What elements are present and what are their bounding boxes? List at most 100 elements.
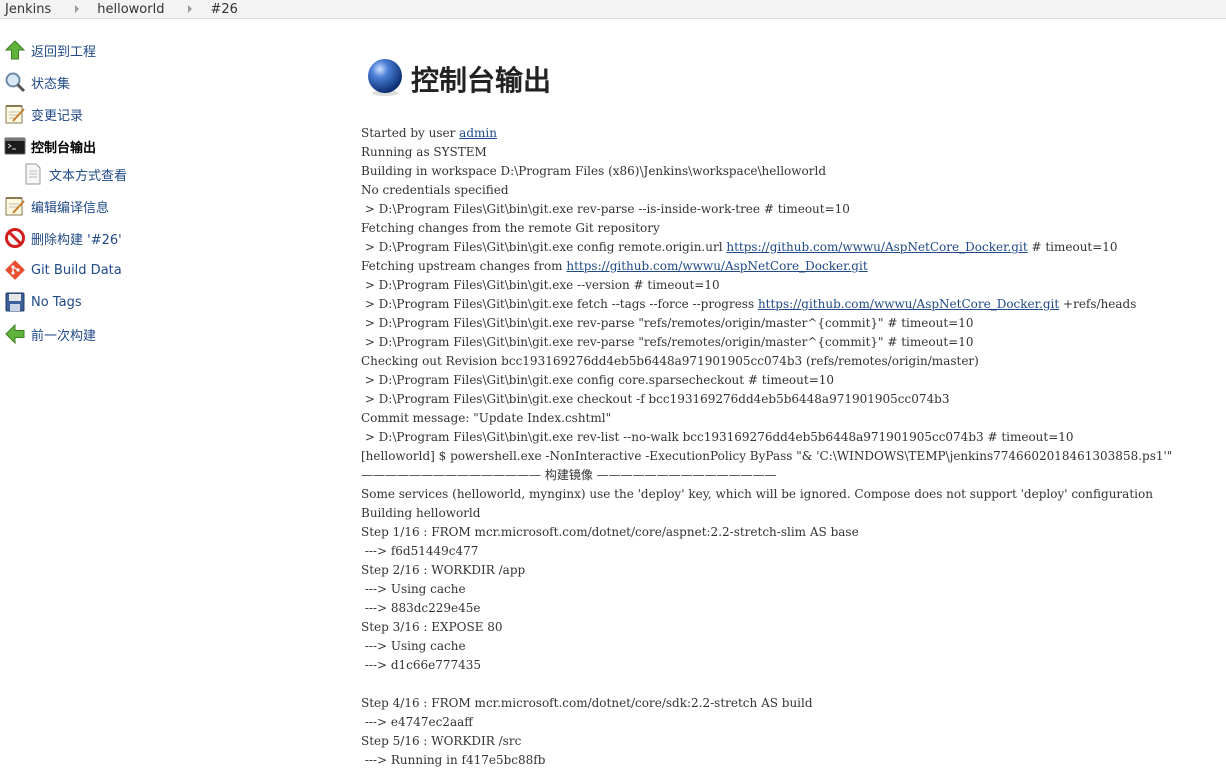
console-link[interactable]: https://github.com/wwwu/AspNetCore_Docke…: [758, 297, 1059, 311]
sidebar-item-label: 控制台输出: [31, 140, 97, 156]
console-line: Step 2/16 : WORKDIR /app: [361, 561, 1226, 580]
console-text: > D:\Program Files\Git\bin\git.exe confi…: [361, 373, 835, 387]
console-text: Some services (helloworld, mynginx) use …: [361, 487, 1153, 501]
console-text: ---> Using cache: [361, 582, 466, 596]
sidebar-item-view-as-text[interactable]: 文本方式查看: [0, 162, 340, 186]
sidebar-item-back-to-project[interactable]: 返回到工程: [0, 34, 340, 66]
console-text: > D:\Program Files\Git\bin\git.exe --ver…: [361, 278, 720, 292]
console-line: Fetching changes from the remote Git rep…: [361, 219, 1226, 238]
console-line: Step 3/16 : EXPOSE 80: [361, 618, 1226, 637]
console-text: > D:\Program Files\Git\bin\git.exe confi…: [361, 240, 727, 254]
sidebar-item-label: 变更记录: [31, 108, 84, 124]
console-line: Building helloworld: [361, 504, 1226, 523]
notepad-icon: [3, 102, 27, 126]
console-text: ——————————————— 构建镜像 ———————————————: [361, 468, 777, 482]
sidebar-item-edit-build-info[interactable]: 编辑编译信息: [0, 190, 340, 222]
console-text: Building helloworld: [361, 506, 481, 520]
console-line: Step 4/16 : FROM mcr.microsoft.com/dotne…: [361, 694, 1226, 713]
console-line: [helloworld] $ powershell.exe -NonIntera…: [361, 447, 1226, 466]
console-text: ---> e4747ec2aaff: [361, 715, 473, 729]
page-header: 控制台输出: [365, 56, 1226, 102]
breadcrumb-link-helloworld[interactable]: helloworld: [97, 2, 164, 17]
console-line: No credentials specified: [361, 181, 1226, 200]
console-line: > D:\Program Files\Git\bin\git.exe rev-p…: [361, 200, 1226, 219]
breadcrumb-item-build[interactable]: #26: [210, 2, 237, 17]
console-line: > D:\Program Files\Git\bin\git.exe rev-p…: [361, 333, 1226, 352]
console-line: > D:\Program Files\Git\bin\git.exe fetch…: [361, 295, 1226, 314]
breadcrumb-link-build[interactable]: #26: [210, 2, 237, 17]
console-text: No credentials specified: [361, 183, 509, 197]
breadcrumb-item-jenkins[interactable]: Jenkins: [0, 2, 51, 17]
console-line: Fetching upstream changes from https://g…: [361, 257, 1226, 276]
console-text: +refs/heads: [1059, 297, 1137, 311]
console-line: > D:\Program Files\Git\bin\git.exe check…: [361, 390, 1226, 409]
sidebar-item-label: 状态集: [31, 76, 71, 92]
console-link[interactable]: https://github.com/wwwu/AspNetCore_Docke…: [566, 259, 867, 273]
breadcrumb-separator-icon: [188, 5, 193, 13]
document-icon: [21, 162, 45, 186]
console-text: Step 4/16 : FROM mcr.microsoft.com/dotne…: [361, 696, 813, 710]
console-text: Step 5/16 : WORKDIR /src: [361, 734, 522, 748]
console-text: ---> 883dc229e45e: [361, 601, 481, 615]
console-text: ---> d1c66e777435: [361, 658, 482, 672]
sidebar-item-label: 文本方式查看: [49, 168, 128, 184]
sidebar-item-previous-build[interactable]: 前一次构建: [0, 318, 340, 350]
console-text: Fetching changes from the remote Git rep…: [361, 221, 660, 235]
status-ball-icon: [365, 57, 405, 101]
console-text: > D:\Program Files\Git\bin\git.exe rev-p…: [361, 335, 974, 349]
console-line: ---> Using cache: [361, 580, 1226, 599]
page-title: 控制台输出: [411, 64, 552, 97]
console-line: ---> Using cache: [361, 637, 1226, 656]
console-text: Step 1/16 : FROM mcr.microsoft.com/dotne…: [361, 525, 859, 539]
sidebar-item-changes[interactable]: 变更记录: [0, 98, 340, 130]
console-text: Running as SYSTEM: [361, 145, 487, 159]
console-line: Step 5/16 : WORKDIR /src: [361, 732, 1226, 751]
sidebar-item-label: 删除构建 '#26': [31, 232, 122, 248]
sidebar-item-label: 前一次构建: [31, 328, 97, 344]
console-line: ——————————————— 构建镜像 ———————————————: [361, 466, 1226, 485]
up-arrow-icon: [3, 38, 27, 62]
sidebar-item-delete-build[interactable]: 删除构建 '#26': [0, 222, 340, 254]
console-line: Started by user admin: [361, 124, 1226, 143]
console-link[interactable]: https://github.com/wwwu/AspNetCore_Docke…: [726, 240, 1027, 254]
no-entry-icon: [3, 226, 27, 250]
console-line: > D:\Program Files\Git\bin\git.exe rev-l…: [361, 428, 1226, 447]
console-output: Started by user admin Running as SYSTEM Bu…: [361, 124, 1226, 770]
console-line: Running as SYSTEM: [361, 143, 1226, 162]
console-text: Checking out Revision bcc193169276dd4eb5…: [361, 354, 979, 368]
console-line: Step 1/16 : FROM mcr.microsoft.com/dotne…: [361, 523, 1226, 542]
console-text: > D:\Program Files\Git\bin\git.exe check…: [361, 392, 950, 406]
console-text: Building in workspace D:\Program Files (…: [361, 164, 827, 178]
sidebar-item-console-output[interactable]: 控制台输出: [0, 130, 340, 162]
console-link[interactable]: admin: [459, 126, 497, 140]
sidebar: 返回到工程 状态集 变更记录 控制台输出 文本方式查看 编辑编译信息 删除构建 …: [0, 34, 340, 350]
console-line: Commit message: "Update Index.cshtml": [361, 409, 1226, 428]
console-text: Fetching upstream changes from: [361, 259, 567, 273]
breadcrumb-link-jenkins[interactable]: Jenkins: [5, 2, 51, 17]
sidebar-item-label: Git Build Data: [31, 262, 122, 278]
console-line: > D:\Program Files\Git\bin\git.exe rev-p…: [361, 314, 1226, 333]
console-text: > D:\Program Files\Git\bin\git.exe rev-l…: [361, 430, 1074, 444]
console-text: # timeout=10: [1027, 240, 1118, 254]
console-text: ---> Running in f417e5bc88fb: [361, 753, 546, 767]
console-text: ---> f6d51449c477: [361, 544, 479, 558]
main-content: 控制台输出: [361, 56, 1226, 102]
console-line: ---> Running in f417e5bc88fb: [361, 751, 1226, 770]
breadcrumb-item-helloworld[interactable]: helloworld: [97, 2, 164, 17]
sidebar-item-label: No Tags: [31, 294, 82, 310]
sidebar-item-label: 编辑编译信息: [31, 200, 110, 216]
console-text: Started by user: [361, 126, 460, 140]
sidebar-item-status[interactable]: 状态集: [0, 66, 340, 98]
console-line: Checking out Revision bcc193169276dd4eb5…: [361, 352, 1226, 371]
sidebar-item-git-build-data[interactable]: Git Build Data: [0, 254, 340, 286]
save-icon: [3, 290, 27, 314]
console-line: ---> f6d51449c477: [361, 542, 1226, 561]
magnifier-icon: [3, 70, 27, 94]
sidebar-item-label: 返回到工程: [31, 44, 97, 60]
terminal-icon: [3, 134, 27, 158]
sidebar-item-no-tags[interactable]: No Tags: [0, 286, 340, 318]
console-line: ---> 883dc229e45e: [361, 599, 1226, 618]
console-line: Some services (helloworld, mynginx) use …: [361, 485, 1226, 504]
console-text: Commit message: "Update Index.cshtml": [361, 411, 612, 425]
console-text: Step 3/16 : EXPOSE 80: [361, 620, 503, 634]
